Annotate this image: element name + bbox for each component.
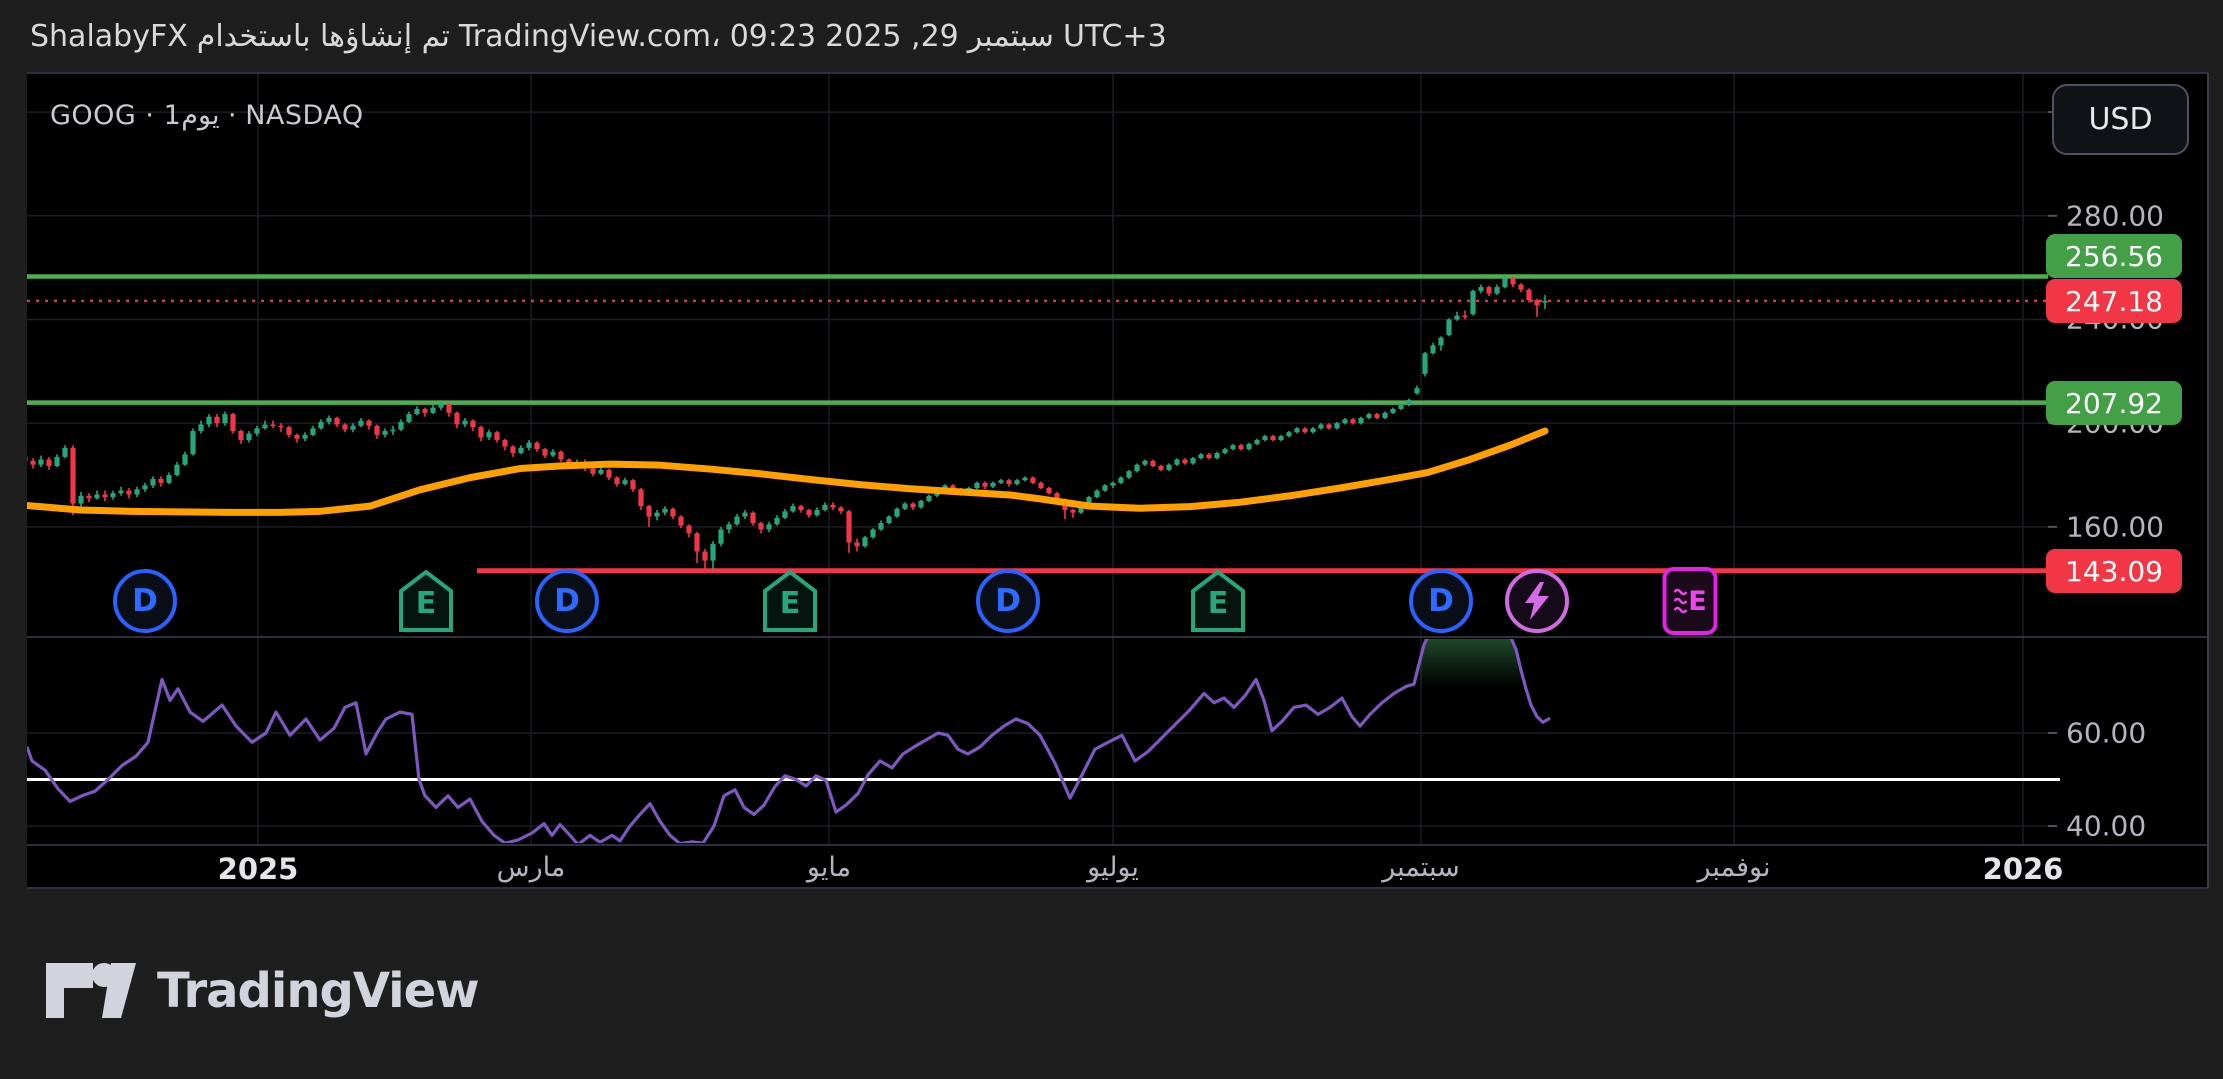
svg-text:E: E (416, 586, 437, 621)
attribution-text-part: تم إنشاؤها باستخدام (196, 19, 450, 54)
time-axis-label-نوفمبر: نوفمبر (1697, 852, 1771, 883)
price-badge-143.09: 143.09 (2046, 549, 2182, 593)
lightning-icon (1525, 582, 1549, 620)
estimated-earnings-marker[interactable]: E (1662, 567, 1718, 635)
attribution-text-part: سبتمبر (967, 19, 1054, 54)
earnings-house-icon: E (763, 569, 817, 632)
time-axis-label-2025: 2025 (217, 852, 299, 886)
earnings-house-icon: E (1191, 569, 1245, 632)
time-axis-label-مايو: مايو (806, 852, 852, 883)
symbol-title: GOOG · 1يوم · NASDAQ (50, 100, 364, 131)
time-axis-label-2026: 2026 (1982, 852, 2064, 886)
earnings-marker[interactable]: E (398, 569, 454, 633)
earnings-marker[interactable]: E (1190, 569, 1246, 633)
attribution-text-part: UTC+3 (1062, 19, 1167, 54)
attribution-header: ShalabyFX تم إنشاؤها باستخدام TradingView.… (0, 0, 2223, 73)
indicator-axis-label: 60.00 (2066, 716, 2147, 750)
tradingview-logo: TradingView (45, 962, 480, 1020)
dividend-marker[interactable]: D (535, 569, 599, 633)
attribution-text-part: ShalabyFX (30, 19, 188, 54)
price-axis-label: 280.00 (2066, 199, 2164, 233)
chart-canvas[interactable] (0, 0, 2223, 1079)
earnings-marker[interactable]: E (762, 569, 818, 633)
time-axis-label-يوليو: يوليو (1087, 852, 1139, 883)
currency-button[interactable]: USD (2052, 84, 2189, 155)
price-badge-247.18: 247.18 (2046, 279, 2182, 323)
estimated-earnings-letter: E (1688, 585, 1707, 617)
attribution-text-part: 2025 ,29 (825, 19, 959, 54)
dividend-marker[interactable]: D (976, 569, 1040, 633)
indicator-axis-label: 40.00 (2066, 809, 2147, 843)
time-axis-label-مارس: مارس (496, 852, 566, 883)
dividend-marker[interactable]: D (113, 569, 177, 633)
price-badge-256.56: 256.56 (2046, 234, 2182, 278)
attribution-text-part: TradingView.com، (458, 19, 721, 54)
waves-icon (1673, 588, 1688, 614)
svg-text:E: E (780, 586, 801, 621)
earnings-house-icon: E (399, 569, 453, 632)
tradingview-snapshot: ShalabyFX تم إنشاؤها باستخدام TradingView.… (0, 0, 2223, 1079)
dividend-marker[interactable]: D (1409, 569, 1473, 633)
attribution-text-part: 09:23 (729, 19, 817, 54)
tradingview-logo-text: TradingView (157, 963, 480, 1019)
svg-text:E: E (1208, 586, 1229, 621)
flash-event-marker[interactable] (1505, 569, 1569, 633)
time-axis-label-سبتمبر: سبتمبر (1382, 852, 1460, 883)
price-axis-label: 160.00 (2066, 510, 2164, 544)
attribution-text: ShalabyFX تم إنشاؤها باستخدام TradingView.… (0, 19, 1167, 54)
tradingview-logo-icon (46, 963, 136, 1018)
price-badge-207.92: 207.92 (2046, 381, 2182, 425)
